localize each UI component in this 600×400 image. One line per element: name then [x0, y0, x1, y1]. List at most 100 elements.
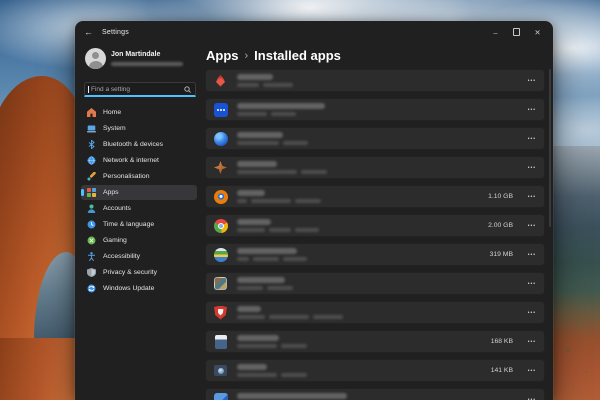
- app-subtitle-redacted: [237, 373, 277, 378]
- app-subtitle-redacted: [237, 141, 279, 146]
- app-name-redacted: [237, 277, 285, 283]
- privacy-security-icon: [87, 268, 96, 277]
- gaming-icon: [87, 236, 96, 245]
- more-options-button[interactable]: •••: [522, 281, 536, 287]
- app-row: 168 KB•••: [205, 330, 545, 353]
- more-options-button[interactable]: •••: [522, 78, 536, 84]
- more-options-button[interactable]: •••: [522, 223, 536, 229]
- titlebar[interactable]: ← Settings – ✕: [75, 21, 553, 43]
- app-text: [237, 335, 307, 348]
- sidebar-item-label: Accounts: [103, 205, 131, 212]
- app-subtitle-redacted: [253, 257, 279, 262]
- chrome-colour-app-icon: [214, 219, 228, 233]
- profile-text: Jon Martindale: [111, 51, 183, 67]
- app-row-actions: •••: [522, 107, 544, 113]
- sidebar-item-label: Personalisation: [103, 173, 149, 180]
- back-button[interactable]: ←: [84, 28, 93, 37]
- app-name-redacted: [237, 393, 347, 399]
- app-name-redacted: [237, 248, 297, 254]
- sidebar-item-bluetooth-devices[interactable]: Bluetooth & devices: [81, 137, 197, 152]
- app-subtitle-redacted: [281, 373, 307, 378]
- camera-app-icon: [214, 365, 227, 376]
- search-input[interactable]: [89, 86, 184, 93]
- minimize-button[interactable]: –: [485, 21, 506, 43]
- app-name-redacted: [237, 306, 261, 312]
- app-subtitle-redacted: [283, 257, 307, 262]
- app-subtitle: [237, 257, 307, 262]
- content: Apps › Installed apps ••• ••• ••• ••• 1.10 G…: [203, 43, 553, 400]
- app-subtitle-redacted: [237, 344, 277, 349]
- sidebar-item-label: Gaming: [103, 237, 127, 244]
- more-options-button[interactable]: •••: [522, 339, 536, 345]
- app-icon-slot: [213, 218, 228, 233]
- app-name-redacted: [237, 219, 271, 225]
- breadcrumb: Apps › Installed apps: [206, 48, 341, 63]
- app-subtitle-redacted: [237, 199, 247, 204]
- sidebar-item-windows-update[interactable]: Windows Update: [81, 281, 197, 296]
- app-row-actions: 168 KB•••: [491, 338, 544, 345]
- app-subtitle-redacted: [263, 83, 293, 88]
- search-icon[interactable]: [184, 86, 191, 93]
- more-options-button[interactable]: •••: [522, 165, 536, 171]
- app-text: [237, 190, 321, 203]
- search-box[interactable]: [84, 82, 196, 97]
- profile[interactable]: Jon Martindale: [85, 48, 183, 69]
- sidebar-item-apps[interactable]: Apps: [81, 185, 197, 200]
- app-subtitle: [237, 170, 327, 175]
- desktop: ← Settings – ✕ Jon Martindale: [0, 0, 600, 400]
- app-subtitle-redacted: [281, 344, 307, 349]
- app-row: •••: [205, 156, 545, 179]
- app-name-redacted: [237, 74, 273, 80]
- calculator-app-icon: [215, 335, 227, 349]
- app-subtitle: [237, 344, 307, 349]
- sidebar-item-privacy-security[interactable]: Privacy & security: [81, 265, 197, 280]
- scrollbar[interactable]: [549, 69, 551, 227]
- more-options-button[interactable]: •••: [522, 397, 536, 400]
- sidebar-item-accessibility[interactable]: Accessibility: [81, 249, 197, 264]
- accounts-icon: [87, 204, 96, 213]
- maximize-button[interactable]: [506, 21, 527, 43]
- more-options-button[interactable]: •••: [522, 194, 536, 200]
- sidebar-item-accounts[interactable]: Accounts: [81, 201, 197, 216]
- system-icon: [87, 124, 96, 133]
- app-subtitle-redacted: [313, 315, 343, 320]
- app-text: [237, 219, 319, 232]
- app-icon-slot: [213, 392, 228, 400]
- app-name-redacted: [237, 161, 277, 167]
- breadcrumb-current: Installed apps: [254, 48, 341, 63]
- app-subtitle: [237, 141, 308, 146]
- sidebar-item-gaming[interactable]: Gaming: [81, 233, 197, 248]
- app-subtitle-redacted: [301, 170, 327, 175]
- sidebar-item-label: Bluetooth & devices: [103, 141, 163, 148]
- more-options-button[interactable]: •••: [522, 136, 536, 142]
- sidebar-item-network-internet[interactable]: Network & internet: [81, 153, 197, 168]
- app-text: [237, 161, 327, 174]
- app-row: 141 KB•••: [205, 359, 545, 382]
- chevron-right-icon: ›: [245, 49, 249, 62]
- app-subtitle: [237, 199, 321, 204]
- maximize-icon: [513, 28, 521, 36]
- sidebar-item-label: System: [103, 125, 126, 132]
- close-button[interactable]: ✕: [527, 21, 548, 43]
- app-row: •••: [205, 388, 545, 400]
- sidebar-item-personalisation[interactable]: Personalisation: [81, 169, 197, 184]
- more-options-button[interactable]: •••: [522, 310, 536, 316]
- app-subtitle-redacted: [295, 199, 321, 204]
- profile-email-redacted: [111, 62, 183, 67]
- app-icon-slot: [213, 131, 228, 146]
- app-size: 1.10 GB: [488, 193, 513, 200]
- more-options-button[interactable]: •••: [522, 107, 536, 113]
- sidebar-item-home[interactable]: Home: [81, 105, 197, 120]
- sidebar-item-system[interactable]: System: [81, 121, 197, 136]
- sidebar-item-time-language[interactable]: Time & language: [81, 217, 197, 232]
- app-name-redacted: [237, 103, 325, 109]
- app-subtitle-redacted: [269, 228, 291, 233]
- breadcrumb-apps[interactable]: Apps: [206, 48, 239, 63]
- app-row: •••: [205, 272, 545, 295]
- app-row-actions: •••: [522, 136, 544, 142]
- more-options-button[interactable]: •••: [522, 252, 536, 258]
- blue-sphere-app-icon: [214, 132, 228, 146]
- more-options-button[interactable]: •••: [522, 368, 536, 374]
- app-subtitle-redacted: [295, 228, 319, 233]
- app-row: 319 MB•••: [205, 243, 545, 266]
